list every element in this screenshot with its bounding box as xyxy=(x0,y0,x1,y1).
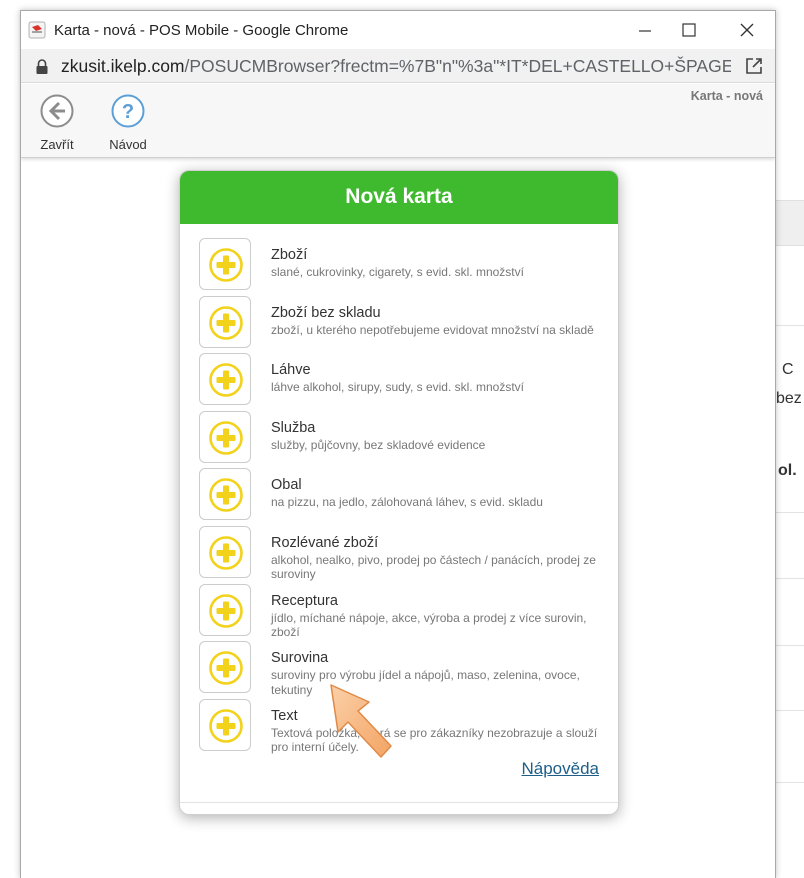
plus-circle-icon xyxy=(209,651,243,685)
add-card-type-button[interactable] xyxy=(199,583,251,636)
card-type-item[interactable]: Služba služby, půjčovny, bez skladové evi… xyxy=(180,410,618,469)
lock-icon xyxy=(36,59,48,74)
card-type-name: Text xyxy=(271,707,298,724)
close-button-label: Zavřít xyxy=(40,137,74,152)
plus-circle-icon xyxy=(209,478,243,513)
card-type-description: láhve alkohol, sirupy, sudy, s evid. skl… xyxy=(271,380,524,395)
card-type-item[interactable]: Zboží bez skladu zboží, u kterého nepotře… xyxy=(180,295,618,354)
url-path: /POSUCMBrowser?frectm=%7B"n"%3a"*IT*DEL+… xyxy=(184,56,731,76)
background-text-fragment: C xyxy=(782,361,794,378)
add-card-type-button[interactable] xyxy=(199,468,251,521)
plus-circle-icon xyxy=(209,420,243,455)
plus-circle-icon xyxy=(209,248,243,282)
card-type-name: Surovina xyxy=(271,650,329,667)
background-divider xyxy=(776,645,804,646)
card-type-description: suroviny pro výrobu jídel a nápojů, maso… xyxy=(271,668,580,697)
card-type-item[interactable]: Surovina suroviny pro výrobu jídel a nápo… xyxy=(180,641,618,699)
add-card-type-button[interactable] xyxy=(199,410,251,463)
card-type-item[interactable]: Zboží slané, cukrovinky, cigarety, s evid… xyxy=(180,238,618,296)
plus-circle-icon xyxy=(209,363,243,397)
add-card-type-button[interactable] xyxy=(199,295,251,348)
card-type-description: slané, cukrovinky, cigarety, s evid. skl… xyxy=(271,265,524,279)
background-divider xyxy=(776,782,804,783)
new-card-dialog: Nová karta Zboží slané, cukrovinky, cigar… xyxy=(179,170,619,815)
background-header-band xyxy=(776,200,804,246)
background-divider xyxy=(776,710,804,711)
add-card-type-button[interactable] xyxy=(199,353,251,406)
card-type-description: na pizzu, na jedlo, zálohovaná láhev, s … xyxy=(271,495,543,510)
guide-button-label: Návod xyxy=(109,137,147,152)
guide-button[interactable]: ? Návod xyxy=(98,94,158,152)
close-window-icon[interactable] xyxy=(727,16,767,44)
plus-circle-icon xyxy=(209,593,243,628)
card-type-description: alkohol, nealko, pivo, prodej po částech… xyxy=(271,552,596,582)
background-divider xyxy=(776,578,804,579)
url-host: zkusit.ikelp.com xyxy=(61,56,185,76)
card-type-name: Láhve xyxy=(271,362,311,379)
card-type-item[interactable]: Láhve láhve alkohol, sirupy, sudy, s evid… xyxy=(180,353,618,411)
background-divider xyxy=(776,512,804,513)
help-question-icon: ? xyxy=(111,94,145,128)
card-type-description: zboží, u kterého nepotřebujeme evidovat … xyxy=(271,322,594,337)
minimize-icon[interactable] xyxy=(625,16,665,44)
app-favicon-icon xyxy=(28,21,46,39)
add-card-type-button[interactable] xyxy=(199,525,251,578)
card-type-name: Rozlévané zboží xyxy=(271,534,379,551)
background-divider xyxy=(776,325,804,326)
card-type-item[interactable]: Obal na pizzu, na jedlo, zálohovaná láhev… xyxy=(180,468,618,526)
card-type-description: služby, půjčovny, bez skladové evidence xyxy=(271,437,486,452)
svg-text:?: ? xyxy=(122,101,134,123)
card-type-name: Zboží bez skladu xyxy=(271,304,381,321)
plus-circle-icon xyxy=(209,305,243,340)
add-card-type-button[interactable] xyxy=(199,238,251,290)
plus-circle-icon xyxy=(209,536,243,570)
background-text-fragment: bez xyxy=(776,390,802,407)
app-toolbar: Zavřít ? Návod Karta - nová xyxy=(21,84,775,158)
card-type-name: Receptura xyxy=(271,592,338,609)
close-button[interactable]: Zavřít xyxy=(27,94,87,152)
card-type-item[interactable]: Receptura jídlo, míchané nápoje, akce, vý… xyxy=(180,583,618,642)
card-type-item[interactable]: Rozlévané zboží alkohol, nealko, pivo, pr… xyxy=(180,525,618,584)
plus-circle-icon xyxy=(209,708,243,743)
maximize-icon[interactable] xyxy=(669,16,709,44)
add-card-type-button[interactable] xyxy=(199,641,251,694)
open-in-browser-icon[interactable] xyxy=(745,57,763,75)
card-type-name: Zboží xyxy=(271,247,308,263)
help-link[interactable]: Nápověda xyxy=(521,759,599,779)
background-page: C bez ol. xyxy=(776,0,804,878)
address-bar[interactable]: zkusit.ikelp.com/POSUCMBrowser?frectm=%7… xyxy=(21,49,775,83)
add-card-type-button[interactable] xyxy=(199,698,251,751)
background-text-fragment: ol. xyxy=(778,462,797,479)
card-type-item[interactable]: Text Textová položka, která se pro zákazn… xyxy=(180,698,618,757)
card-type-name: Obal xyxy=(271,477,302,494)
url-text[interactable]: zkusit.ikelp.com/POSUCMBrowser?frectm=%7… xyxy=(61,56,731,77)
dialog-footer-divider xyxy=(180,802,618,803)
window-title: Karta - nová - POS Mobile - Google Chrom… xyxy=(54,22,349,39)
card-type-name: Služba xyxy=(271,419,316,436)
card-type-description: jídlo, míchané nápoje, akce, výroba a pr… xyxy=(271,610,587,640)
card-type-list: Zboží slané, cukrovinky, cigarety, s evid… xyxy=(180,224,618,756)
title-bar: Karta - nová - POS Mobile - Google Chrom… xyxy=(21,11,775,49)
card-type-description: Textová položka, která se pro zákazníky … xyxy=(271,725,598,755)
page-breadcrumb: Karta - nová xyxy=(690,89,763,103)
tutorial-pointer-arrow-icon xyxy=(330,684,392,758)
dialog-title: Nová karta xyxy=(180,171,618,224)
back-arrow-icon xyxy=(40,94,74,128)
